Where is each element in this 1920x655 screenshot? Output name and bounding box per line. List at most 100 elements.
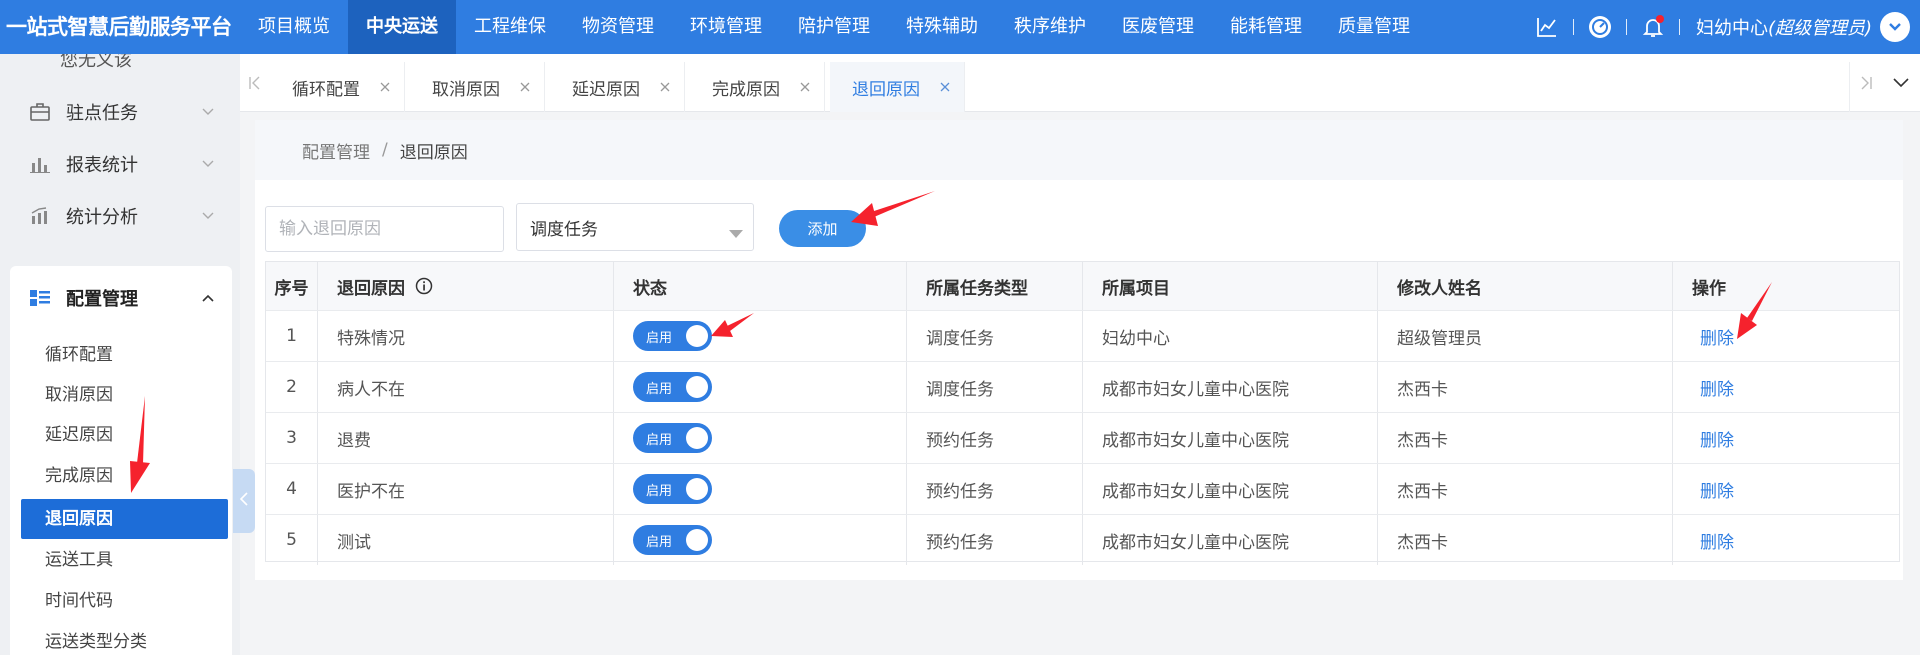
cell-editor: 杰西卡 xyxy=(1378,413,1673,463)
breadcrumb: 配置管理 / 退回原因 xyxy=(255,120,1903,180)
bell-icon[interactable] xyxy=(1641,15,1665,39)
column-header-label: 退回原因 xyxy=(337,278,405,299)
sidebar-subitem-active[interactable]: 退回原因 xyxy=(21,499,228,539)
chevron-down-icon xyxy=(198,212,218,220)
cell-project: 妇幼中心 xyxy=(1083,311,1378,361)
sidebar-subitem[interactable]: 循环配置 xyxy=(21,335,228,375)
cell-editor: 杰西卡 xyxy=(1378,515,1673,565)
top-nav-item[interactable]: 秩序维护 xyxy=(996,0,1104,54)
analysis-chart-icon xyxy=(28,204,52,228)
sidebar-item-config-management[interactable]: 配置管理 xyxy=(10,272,232,324)
sidebar-subitem[interactable]: 时间代码 xyxy=(21,581,228,621)
user-name[interactable]: 妇幼中心(超级管理员) xyxy=(1696,14,1872,40)
cell-action: 删除 xyxy=(1673,362,1899,412)
top-nav-item[interactable]: 陪护管理 xyxy=(780,0,888,54)
top-nav-item[interactable]: 特殊辅助 xyxy=(888,0,996,54)
cell-editor: 杰西卡 xyxy=(1378,362,1673,412)
status-toggle[interactable]: 启用 xyxy=(633,474,712,504)
tab-scroll-left-icon[interactable] xyxy=(240,54,270,112)
tab-delay-reason[interactable]: 延迟原因 xyxy=(550,62,685,112)
status-toggle[interactable]: 启用 xyxy=(633,423,712,453)
close-icon[interactable] xyxy=(518,80,532,94)
cell-project: 成都市妇女儿童中心医院 xyxy=(1083,515,1378,565)
top-nav-item[interactable]: 项目概览 xyxy=(240,0,348,54)
sidebar-subitem[interactable]: 运送类型分类 xyxy=(21,622,228,655)
top-nav-item[interactable]: 环境管理 xyxy=(672,0,780,54)
task-type-select[interactable]: 调度任务 xyxy=(516,203,754,251)
add-button[interactable]: 添加 xyxy=(779,210,866,247)
gauge-icon[interactable] xyxy=(1588,15,1612,39)
sidebar-subitem[interactable]: 运送工具 xyxy=(21,540,228,580)
sidebar-item-analysis[interactable]: 统计分析 xyxy=(10,190,232,242)
top-nav-item[interactable]: 工程维保 xyxy=(456,0,564,54)
cell-index: 4 xyxy=(266,464,318,514)
tab-loop-config[interactable]: 循环配置 xyxy=(270,62,405,112)
delete-link[interactable]: 删除 xyxy=(1700,375,1734,400)
breadcrumb-parent[interactable]: 配置管理 xyxy=(302,138,370,163)
cell-editor: 超级管理员 xyxy=(1378,311,1673,361)
cell-action: 删除 xyxy=(1673,413,1899,463)
top-nav-item[interactable]: 能耗管理 xyxy=(1212,0,1320,54)
status-toggle[interactable]: 启用 xyxy=(633,525,712,555)
briefcase-icon xyxy=(28,100,52,124)
close-icon[interactable] xyxy=(938,80,952,94)
cell-type: 预约任务 xyxy=(907,464,1083,514)
table-row: 4 医护不在 启用 预约任务 成都市妇女儿童中心医院 杰西卡 删除 xyxy=(266,463,1899,514)
main-content: 配置管理 / 退回原因 调度任务 添加 序号 退回原因 状态 所属任务类型 所属… xyxy=(255,120,1903,580)
cell-status: 启用 xyxy=(614,464,907,514)
cell-status: 启用 xyxy=(614,515,907,565)
status-toggle[interactable]: 启用 xyxy=(633,372,712,402)
delete-link[interactable]: 删除 xyxy=(1700,426,1734,451)
close-icon[interactable] xyxy=(378,80,392,94)
top-nav-item[interactable]: 医废管理 xyxy=(1104,0,1212,54)
column-header: 操作 xyxy=(1692,278,1726,299)
delete-link[interactable]: 删除 xyxy=(1700,477,1734,502)
chevron-down-icon xyxy=(198,160,218,168)
tab-complete-reason[interactable]: 完成原因 xyxy=(690,62,825,112)
info-icon[interactable] xyxy=(415,277,433,295)
tab-menu-chevron-down-icon[interactable] xyxy=(1886,54,1916,112)
tab-label: 延迟原因 xyxy=(572,79,640,100)
delete-link[interactable]: 删除 xyxy=(1700,528,1734,553)
cell-project: 成都市妇女儿童中心医院 xyxy=(1083,464,1378,514)
cell-reason: 特殊情况 xyxy=(318,311,614,361)
list-grid-icon xyxy=(28,286,52,310)
tab-scroll-right-icon[interactable] xyxy=(1851,54,1881,112)
sidebar-item-label: 配置管理 xyxy=(66,289,138,310)
chevron-down-icon[interactable] xyxy=(1880,12,1910,42)
search-input[interactable] xyxy=(265,206,504,252)
toggle-label: 启用 xyxy=(646,432,673,448)
toggle-knob xyxy=(686,325,708,347)
tab-cancel-reason[interactable]: 取消原因 xyxy=(410,62,545,112)
cell-status: 启用 xyxy=(614,362,907,412)
close-icon[interactable] xyxy=(798,80,812,94)
close-icon[interactable] xyxy=(658,80,672,94)
cell-index: 3 xyxy=(266,413,318,463)
cell-action: 删除 xyxy=(1673,311,1899,361)
sidebar-item-partial[interactable]: 您无义该 xyxy=(60,54,132,72)
column-header: 所属项目 xyxy=(1083,262,1378,310)
cell-type: 调度任务 xyxy=(907,311,1083,361)
line-chart-icon[interactable] xyxy=(1535,15,1559,39)
delete-link[interactable]: 删除 xyxy=(1700,324,1734,349)
top-nav-item-active[interactable]: 中央运送 xyxy=(348,0,456,54)
top-right-tools: 妇幼中心(超级管理员) xyxy=(1527,0,1920,54)
top-nav: 项目概览 中央运送 工程维保 物资管理 环境管理 陪护管理 特殊辅助 秩序维护 … xyxy=(240,0,1428,54)
sidebar-item-report-stats[interactable]: 报表统计 xyxy=(10,138,232,190)
sidebar-subitem[interactable]: 延迟原因 xyxy=(21,415,228,455)
sidebar-item-station-task[interactable]: 驻点任务 xyxy=(10,86,232,138)
top-nav-item[interactable]: 物资管理 xyxy=(564,0,672,54)
cell-index: 5 xyxy=(266,515,318,565)
status-toggle[interactable]: 启用 xyxy=(633,321,712,351)
caret-down-icon xyxy=(729,223,743,243)
sidebar-collapse-button[interactable] xyxy=(233,469,255,533)
cell-action: 删除 xyxy=(1673,464,1899,514)
cell-reason: 测试 xyxy=(318,515,614,565)
top-nav-item[interactable]: 质量管理 xyxy=(1320,0,1428,54)
sidebar-subitem[interactable]: 完成原因 xyxy=(21,456,228,496)
breadcrumb-current: 退回原因 xyxy=(399,142,468,163)
column-header: 序号 xyxy=(266,262,318,310)
tab-return-reason[interactable]: 退回原因 xyxy=(830,62,965,112)
cell-type: 预约任务 xyxy=(907,413,1083,463)
sidebar-subitem[interactable]: 取消原因 xyxy=(21,375,228,415)
